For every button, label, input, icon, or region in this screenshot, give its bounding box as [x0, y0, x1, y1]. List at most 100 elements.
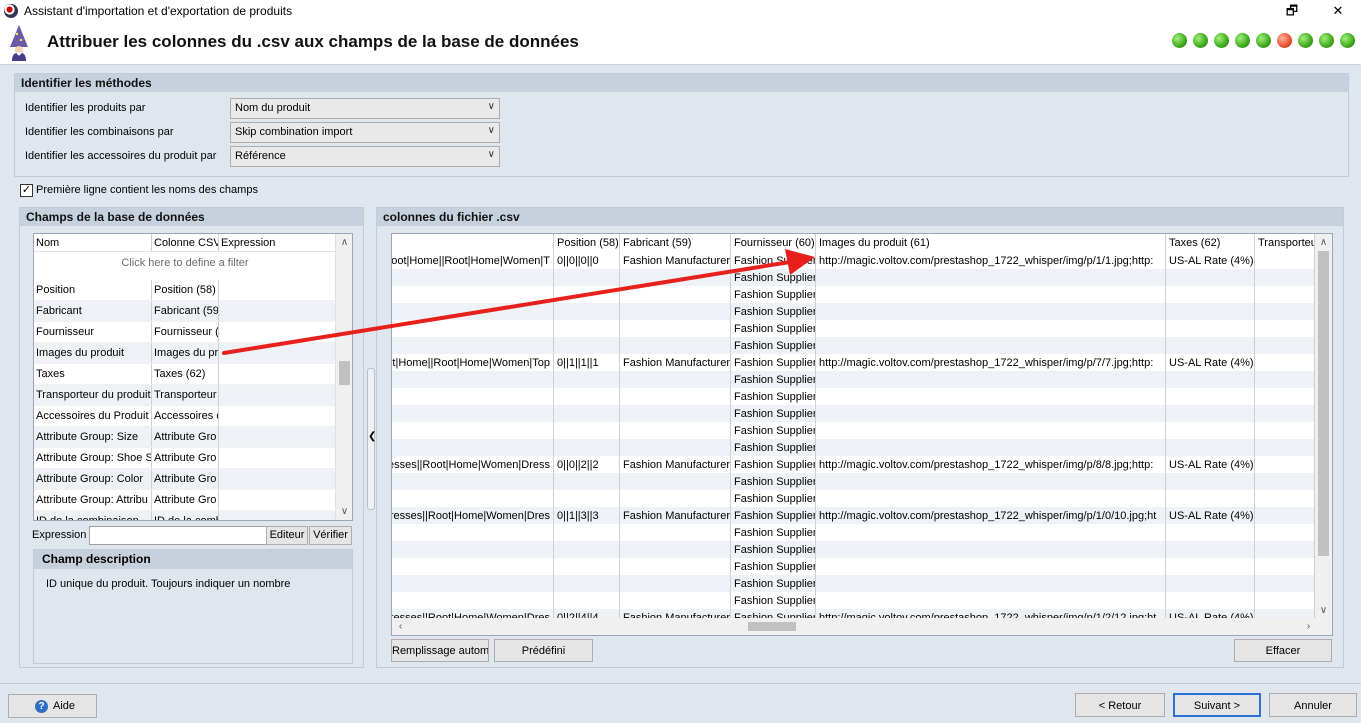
csv-column-header[interactable]	[392, 234, 554, 252]
csv-row[interactable]: Fashion Supplier	[392, 524, 1315, 541]
db-field-row[interactable]: ID de la combinaison ID de la comb	[34, 511, 336, 520]
next-button[interactable]: Suivant >	[1173, 693, 1261, 717]
db-fields-rows: Position Position (58) Fabricant Fabricant …	[34, 280, 336, 520]
column-header-csv[interactable]: Colonne CSV	[152, 234, 219, 251]
scroll-thumb[interactable]	[748, 622, 796, 631]
scroll-thumb[interactable]	[339, 361, 350, 385]
maximize-button[interactable]: 🗗	[1269, 0, 1315, 23]
close-button[interactable]: ✕	[1315, 0, 1361, 23]
csv-cell	[1166, 490, 1255, 507]
db-field-row[interactable]: Taxes Taxes (62)	[34, 364, 336, 385]
expression-input[interactable]	[89, 526, 267, 545]
scroll-thumb[interactable]	[1318, 251, 1329, 556]
csv-row[interactable]: Fashion Supplier	[392, 405, 1315, 422]
db-field-row[interactable]: Accessoires du Produit Accessoires d	[34, 406, 336, 427]
csv-cell	[554, 371, 620, 388]
back-button[interactable]: < Retour	[1075, 693, 1165, 717]
csv-cell	[1255, 388, 1315, 405]
csv-horizontal-scrollbar[interactable]: ‹ ›	[392, 618, 1332, 635]
db-field-row[interactable]: Fabricant Fabricant (59	[34, 301, 336, 322]
predefined-button[interactable]: Prédéfini	[494, 639, 593, 662]
db-field-row[interactable]: Fournisseur Fournisseur (	[34, 322, 336, 343]
db-field-row[interactable]: Attribute Group: Color Attribute Gro	[34, 469, 336, 490]
csv-row[interactable]: Fashion Supplier	[392, 439, 1315, 456]
csv-vertical-scrollbar[interactable]: ∧ ∨	[1315, 234, 1332, 619]
csv-row[interactable]: Fashion Supplier	[392, 422, 1315, 439]
filter-row[interactable]: Click here to define a filter	[34, 254, 336, 274]
csv-cell	[554, 269, 620, 286]
db-field-row[interactable]: Attribute Group: Attribu Attribute Gro	[34, 490, 336, 511]
db-field-row[interactable]: Attribute Group: Shoe S Attribute Gro	[34, 448, 336, 469]
editor-button[interactable]: Editeur	[266, 526, 308, 545]
csv-row[interactable]: Fashion Supplier	[392, 269, 1315, 286]
verify-button[interactable]: Vérifier	[309, 526, 352, 545]
csv-row[interactable]: Fashion Supplier	[392, 303, 1315, 320]
column-header-expression[interactable]: Expression	[219, 234, 336, 251]
identify-accessories-select[interactable]: Référence ∨	[230, 146, 500, 167]
csv-column-header[interactable]: Fabricant (59)	[620, 234, 731, 252]
csv-row[interactable]: Fashion Supplier	[392, 286, 1315, 303]
csv-row[interactable]: Fashion Supplier	[392, 541, 1315, 558]
csv-cell	[816, 269, 1166, 286]
db-grid-header: Nom Colonne CSV Expression	[34, 234, 336, 252]
autofill-button[interactable]: Remplissage automatique	[391, 639, 489, 662]
window-title: Assistant d'importation et d'exportation…	[24, 4, 293, 18]
scroll-up-icon[interactable]: ∧	[1315, 234, 1332, 251]
csv-row[interactable]: Dresses||Root|Home|Women|Dress 0||0||2||2…	[392, 456, 1315, 473]
scroll-down-icon[interactable]: ∨	[1315, 602, 1332, 619]
csv-column-header[interactable]: Images du produit (61)	[816, 234, 1166, 252]
help-button[interactable]: ? Aide	[8, 694, 97, 718]
csv-cell: Fashion Supplier	[731, 320, 816, 337]
csv-row[interactable]: Fashion Supplier	[392, 473, 1315, 490]
csv-row[interactable]: Fashion Supplier	[392, 490, 1315, 507]
identify-combinations-select[interactable]: Skip combination import ∨	[230, 122, 500, 143]
identify-products-select[interactable]: Nom du produit ∨	[230, 98, 500, 119]
column-header-name[interactable]: Nom	[34, 234, 152, 251]
field-name-cell: Attribute Group: Attribu	[34, 490, 152, 510]
db-field-row[interactable]: Position Position (58)	[34, 280, 336, 301]
csv-cell: Fashion Supplier	[731, 269, 816, 286]
csv-column-header[interactable]: Position (58)	[554, 234, 620, 252]
csv-row[interactable]: Fashion Supplier	[392, 337, 1315, 354]
csv-cell	[1166, 422, 1255, 439]
csv-cell	[1255, 422, 1315, 439]
collapse-left-icon[interactable]: ❮	[368, 431, 376, 442]
csv-column-header[interactable]: Fournisseur (60)	[731, 234, 816, 252]
csv-row[interactable]: Root|Home||Root|Home|Women|T 0||0||0||0 Fa…	[392, 252, 1315, 269]
db-field-row[interactable]: Transporteur du produit Transporteur	[34, 385, 336, 406]
csv-cell	[1255, 303, 1315, 320]
db-grid-scrollbar[interactable]: ∧ ∨	[335, 234, 352, 520]
panel-splitter[interactable]: ❮	[367, 368, 376, 510]
window-titlebar: Assistant d'importation et d'exportation…	[0, 0, 1361, 23]
step-done-indicator	[1256, 33, 1271, 48]
csv-cell	[1255, 473, 1315, 490]
scroll-up-icon[interactable]: ∧	[336, 234, 352, 251]
db-field-row[interactable]: Images du produit Images du pr	[34, 343, 336, 364]
cancel-button[interactable]: Annuler	[1269, 693, 1357, 717]
csv-cell: US-AL Rate (4%)	[1166, 354, 1255, 371]
help-icon: ?	[35, 700, 48, 713]
csv-cell	[392, 524, 554, 541]
csv-row[interactable]: Root|Home||Root|Home|Women|Top0||1||1||1…	[392, 354, 1315, 371]
clear-button[interactable]: Effacer	[1234, 639, 1332, 662]
csv-row[interactable]: Fashion Supplier	[392, 371, 1315, 388]
db-field-row[interactable]: Attribute Group: Size Attribute Gro	[34, 427, 336, 448]
field-name-cell: Attribute Group: Shoe S	[34, 448, 152, 468]
csv-row[interactable]: Fashion Supplier	[392, 320, 1315, 337]
csv-row[interactable]: Fashion Supplier	[392, 388, 1315, 405]
field-name-cell: Fabricant	[34, 301, 152, 321]
first-line-names-checkbox[interactable]: ✓	[20, 184, 33, 197]
csv-cell: US-AL Rate (4%)	[1166, 252, 1255, 269]
wizard-header: Attribuer les colonnes du .csv aux champ…	[0, 23, 1361, 65]
csv-row[interactable]: Fashion Supplier	[392, 575, 1315, 592]
csv-column-header[interactable]: Taxes (62)	[1166, 234, 1255, 252]
csv-cell	[1255, 405, 1315, 422]
csv-row[interactable]: Fashion Supplier	[392, 592, 1315, 609]
csv-row[interactable]: Dresses||Root|Home|Women|Dres 0||1||3||3 F…	[392, 507, 1315, 524]
csv-column-header[interactable]: Transporteu	[1255, 234, 1315, 252]
scroll-left-icon[interactable]: ‹	[392, 618, 409, 635]
csv-cell	[392, 541, 554, 558]
scroll-down-icon[interactable]: ∨	[336, 503, 352, 520]
scroll-right-icon[interactable]: ›	[1300, 618, 1317, 635]
csv-row[interactable]: Fashion Supplier	[392, 558, 1315, 575]
